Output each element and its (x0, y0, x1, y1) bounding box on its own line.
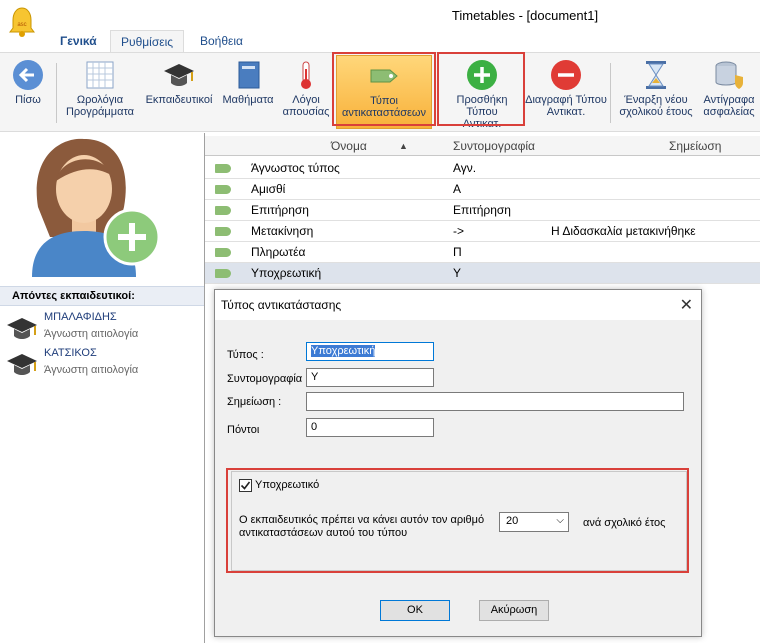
tab-help[interactable]: Βοήθεια (190, 30, 253, 52)
row-name: Αμισθί (251, 182, 286, 196)
sort-ascending-icon[interactable]: ▲ (399, 141, 408, 151)
menu-tabs: Γενικά Ρυθμίσεις Βοήθεια (0, 30, 760, 52)
type-input-value: Υποχρεωτική (311, 345, 376, 357)
delete-substitution-type-button[interactable]: Διαγραφή Τύπου Αντικατ. (524, 55, 608, 129)
absent-teacher-item[interactable]: ΚΑΤΣΙΚΟΣ Άγνωστη αιτιολογία (4, 347, 204, 383)
row-note: Η Διδασκαλία μετακινήθηκε (551, 224, 696, 238)
table-row[interactable]: Επιτήρηση Επιτήρηση (205, 200, 760, 221)
grid-header: Όνομα ▲ Συντομογραφία Σημείωση (205, 136, 760, 156)
teachers-button[interactable]: Εκπαιδευτικοί (140, 55, 218, 129)
column-header-name[interactable]: Όνομα (331, 139, 367, 153)
column-header-abbreviation[interactable]: Συντομογραφία (453, 139, 535, 153)
note-input[interactable] (306, 392, 684, 411)
tag-icon (215, 185, 231, 194)
tag-icon (215, 227, 231, 236)
delete-type-label-line2: Αντικατ. (546, 106, 586, 118)
backup-label-line1: Αντίγραφα (703, 94, 755, 106)
table-row[interactable]: Αμισθί Α (205, 179, 760, 200)
abbreviation-label: Συντομογραφία (227, 373, 303, 385)
graduation-cap-icon (7, 318, 37, 339)
row-name: Πληρωτέα (251, 245, 306, 259)
tag-icon (215, 269, 231, 278)
timetables-button[interactable]: Ωρολόγια Προγράμματα (60, 55, 140, 129)
new-school-year-button[interactable]: Έναρξη νέου σχολικού έτους (614, 55, 698, 129)
teacher-name: ΜΠΑΛΑΦΙΔΗΣ (44, 311, 117, 323)
teacher-absence-reason: Άγνωστη αιτιολογία (44, 364, 139, 376)
graduation-cap-icon (7, 354, 37, 375)
row-name: Επιτήρηση (251, 203, 309, 217)
absent-teacher-item[interactable]: ΜΠΑΛΑΦΙΔΗΣ Άγνωστη αιτιολογία (4, 311, 204, 347)
teacher-name: ΚΑΤΣΙΚΟΣ (44, 347, 97, 359)
back-label: Πίσω (15, 94, 41, 106)
new-year-label-line2: σχολικού έτους (619, 106, 693, 118)
points-input[interactable]: 0 (306, 418, 434, 437)
ok-button[interactable]: OK (380, 600, 450, 621)
column-header-note[interactable]: Σημείωση (669, 139, 721, 153)
absence-reasons-label-line1: Λόγοι (292, 94, 320, 106)
highlight-box-mandatory (226, 468, 689, 573)
row-abbreviation: Α (453, 182, 462, 196)
note-label: Σημείωση : (227, 396, 282, 408)
remove-circle-icon (551, 60, 581, 90)
thermometer-icon (301, 61, 311, 89)
back-arrow-icon (13, 60, 43, 90)
tag-icon (215, 206, 231, 215)
row-abbreviation: -> (453, 224, 465, 238)
ribbon-separator (56, 63, 57, 123)
tag-icon (215, 248, 231, 257)
highlight-box-types (332, 52, 436, 126)
backup-button[interactable]: Αντίγραφα ασφαλείας (698, 55, 760, 129)
lessons-label: Μαθήματα (222, 94, 274, 106)
dialog-title: Τύπος αντικατάστασης (221, 298, 342, 312)
table-row[interactable]: Άγνωστος τύπος Αγν. (205, 158, 760, 179)
graduation-cap-icon (164, 64, 194, 86)
teacher-avatar-add-icon[interactable] (20, 137, 160, 277)
grid-calendar-icon (86, 61, 114, 89)
back-button[interactable]: Πίσω (4, 55, 52, 129)
timetables-label-line1: Ωρολόγια (76, 94, 124, 106)
close-icon[interactable]: ✕ (680, 295, 693, 315)
cancel-button[interactable]: Ακύρωση (479, 600, 549, 621)
table-row-selected[interactable]: Υποχρεωτική Υ (205, 263, 760, 284)
table-row[interactable]: Μετακίνηση -> Η Διδασκαλία μετακινήθηκε (205, 221, 760, 242)
left-panel: Απόντες εκπαιδευτικοί: ΜΠΑΛΑΦΙΔΗΣ Άγνωστ… (0, 133, 204, 643)
highlight-box-add (437, 52, 525, 126)
row-abbreviation: Αγν. (453, 161, 477, 175)
abbreviation-input[interactable]: Υ (306, 368, 434, 387)
backup-label-line2: ασφαλείας (703, 106, 755, 118)
row-abbreviation: Υ (453, 266, 462, 280)
database-shield-icon (715, 61, 743, 89)
table-row[interactable]: Πληρωτέα Π (205, 242, 760, 263)
row-name: Άγνωστος τύπος (251, 161, 340, 175)
absent-teachers-header: Απόντες εκπαιδευτικοί: (0, 286, 204, 306)
points-label: Πόντοι (227, 424, 260, 436)
window-titlebar: asc Timetables - [document1] (0, 0, 760, 37)
absence-reasons-button[interactable]: Λόγοι απουσίας (278, 55, 334, 129)
delete-type-label-line1: Διαγραφή Τύπου (525, 94, 607, 106)
new-year-label-line1: Έναρξη νέου (624, 94, 688, 106)
ribbon-separator (610, 63, 611, 123)
book-icon (238, 61, 260, 89)
row-abbreviation: Π (453, 245, 462, 259)
dialog-titlebar: Τύπος αντικατάστασης ✕ (215, 290, 701, 320)
row-abbreviation: Επιτήρηση (453, 203, 511, 217)
teachers-label: Εκπαιδευτικοί (145, 94, 213, 106)
tag-icon (215, 164, 231, 173)
type-label: Τύπος : (227, 349, 264, 361)
hourglass-icon (646, 61, 666, 89)
timetables-label-line2: Προγράμματα (65, 106, 135, 118)
row-name: Υποχρεωτική (251, 266, 322, 280)
substitution-type-dialog: Τύπος αντικατάστασης ✕ Τύπος : Υποχρεωτι… (214, 289, 702, 637)
type-input[interactable]: Υποχρεωτική (306, 342, 434, 361)
absence-reasons-label-line2: απουσίας (282, 106, 330, 118)
tab-settings[interactable]: Ρυθμίσεις (110, 30, 185, 52)
tab-general[interactable]: Γενικά (50, 30, 107, 52)
window-title: Timetables - [document1] (451, 8, 599, 23)
row-name: Μετακίνηση (251, 224, 314, 238)
lessons-button[interactable]: Μαθήματα (218, 55, 278, 129)
teacher-absence-reason: Άγνωστη αιτιολογία (44, 328, 139, 340)
